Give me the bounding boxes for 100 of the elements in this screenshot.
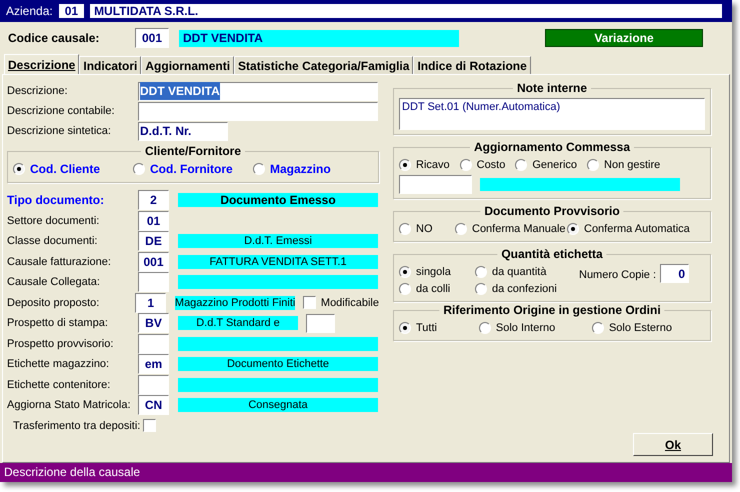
code-field[interactable]: 2 [138, 190, 169, 210]
radio-label: Cod. Cliente [30, 161, 100, 178]
field-label: Prospetto provvisorio: [7, 336, 114, 352]
field-label: Trasferimento tra depositi: [12, 418, 140, 434]
code-field[interactable] [138, 272, 169, 292]
company-name: MULTIDATA S.R.L. [90, 4, 722, 18]
field-value: D.d.T. Nr. [140, 123, 192, 140]
code-field[interactable]: 1 [135, 292, 166, 313]
field-label: Settore documenti: [7, 214, 100, 228]
radio-label: Conferma Automatica [584, 222, 690, 237]
checkbox-label: Modificabile [320, 296, 379, 310]
notes-field[interactable]: DDT Set.01 (Numer.Automatica) [399, 98, 705, 130]
radio-button[interactable] [399, 159, 411, 171]
description-display: D.d.T. Emessi [178, 234, 378, 248]
field-label: Tipo documento: [7, 192, 106, 210]
group-title: Documento Provvisorio [480, 204, 624, 218]
radio-label: Magazzino [270, 161, 331, 178]
radio-button[interactable] [399, 283, 411, 295]
company-code: 01 [58, 4, 84, 18]
copies-field[interactable]: 0 [660, 264, 690, 283]
radio-button[interactable] [478, 322, 491, 334]
tab[interactable]: Indice di Rotazione [413, 56, 531, 74]
group-title: Riferimento Origine in gestione Ordini [439, 303, 665, 317]
radio-label: Generico [532, 158, 578, 173]
causale-name: DDT VENDITA [179, 30, 459, 46]
checkbox[interactable] [302, 296, 316, 310]
description-display: Consegnata [178, 398, 378, 412]
radio-button[interactable] [13, 163, 25, 175]
radio-button[interactable] [460, 159, 472, 171]
field-label: Causale Collegata: [7, 275, 101, 290]
radio-button[interactable] [399, 322, 411, 334]
text-field[interactable]: D.d.T. Nr. [138, 122, 228, 140]
field-label: Classe documenti: [7, 234, 98, 249]
radio-label: Solo Interno [496, 320, 556, 336]
code-field[interactable]: BV [138, 313, 169, 334]
causale-label: Codice causale: [8, 30, 100, 47]
radio-label: Non gestire [604, 158, 660, 173]
radio-button[interactable] [475, 266, 487, 278]
radio-label: Solo Esterno [608, 320, 672, 336]
radio-label: singola [416, 264, 451, 280]
radio-label: da quantità [492, 264, 546, 280]
field-label: Etichette magazzino: [7, 357, 110, 372]
radio-label: Ricavo [416, 158, 450, 173]
radio-button[interactable] [253, 163, 265, 175]
field-label: Deposito proposto: [7, 296, 100, 310]
ok-button[interactable]: Ok [633, 433, 713, 456]
tab[interactable]: Indicatori [79, 56, 142, 74]
group-title: Cliente/Fornitore [141, 144, 245, 158]
description-display: Magazzino Prodotti Finiti [174, 296, 295, 310]
radio-label: Conferma Manuale [472, 222, 566, 237]
radio-label: da confezioni [492, 282, 557, 297]
radio-button[interactable] [592, 322, 604, 334]
group-title: Aggiornamento Commessa [470, 140, 634, 154]
radio-button[interactable] [399, 266, 411, 278]
radio-label: Cod. Fornitore [150, 161, 233, 178]
field-label: Descrizione sintetica: [7, 124, 112, 139]
code-field[interactable] [138, 374, 169, 395]
code-field[interactable]: 001 [138, 252, 169, 272]
field-label: Descrizione: [7, 84, 69, 99]
radio-button[interactable] [455, 223, 467, 235]
radio-button[interactable] [133, 163, 145, 175]
field-label: Causale fatturazione: [7, 254, 112, 270]
tab[interactable]: Statistiche Categoria/Famiglia [234, 56, 414, 74]
tab[interactable]: Descrizione [4, 54, 80, 74]
radio-button[interactable] [587, 159, 600, 171]
text-field[interactable] [138, 102, 378, 120]
code-field[interactable] [138, 334, 169, 354]
radio-button[interactable] [567, 223, 579, 235]
field-value: DDT VENDITA [140, 82, 220, 100]
field-label: Aggiorna Stato Matricola: [7, 398, 132, 413]
group-title: Quantità etichetta [497, 247, 607, 261]
mode-indicator: Variazione [545, 29, 703, 47]
code-field[interactable]: em [138, 354, 169, 374]
status-bar: Descrizione della causale [0, 463, 732, 482]
description-display: Documento Emesso [178, 193, 378, 208]
text-field[interactable]: DDT VENDITA [138, 82, 378, 100]
radio-button[interactable] [399, 223, 411, 235]
description-display: Documento Etichette [178, 357, 378, 372]
code-field[interactable]: DE [138, 231, 169, 252]
radio-label: Tutti [416, 320, 437, 336]
checkbox[interactable] [143, 419, 156, 432]
field-label: Etichette contenitore: [7, 378, 112, 392]
field-label: Descrizione contabile: [7, 104, 116, 119]
code-field[interactable]: 01 [138, 210, 169, 231]
tab[interactable]: Aggiornamenti [141, 56, 234, 74]
code-field[interactable]: CN [138, 395, 169, 416]
radio-button[interactable] [515, 159, 528, 171]
radio-label: NO [416, 222, 432, 237]
radio-label: Costo [476, 158, 506, 173]
radio-button[interactable] [475, 283, 487, 295]
radio-label: da colli [416, 282, 450, 297]
copies-label: Numero Copie : [579, 268, 656, 283]
small-field[interactable] [306, 314, 335, 333]
group-title: Note interne [513, 81, 591, 95]
description-display: FATTURA VENDITA SETT.1 [178, 254, 378, 269]
company-label: Azienda: [6, 3, 53, 20]
commessa-code-field[interactable] [399, 175, 472, 194]
description-display: D.d.T Standard e [178, 316, 298, 330]
field-label: Prospetto di stampa: [7, 316, 109, 331]
code-field[interactable]: 001 [135, 28, 169, 48]
